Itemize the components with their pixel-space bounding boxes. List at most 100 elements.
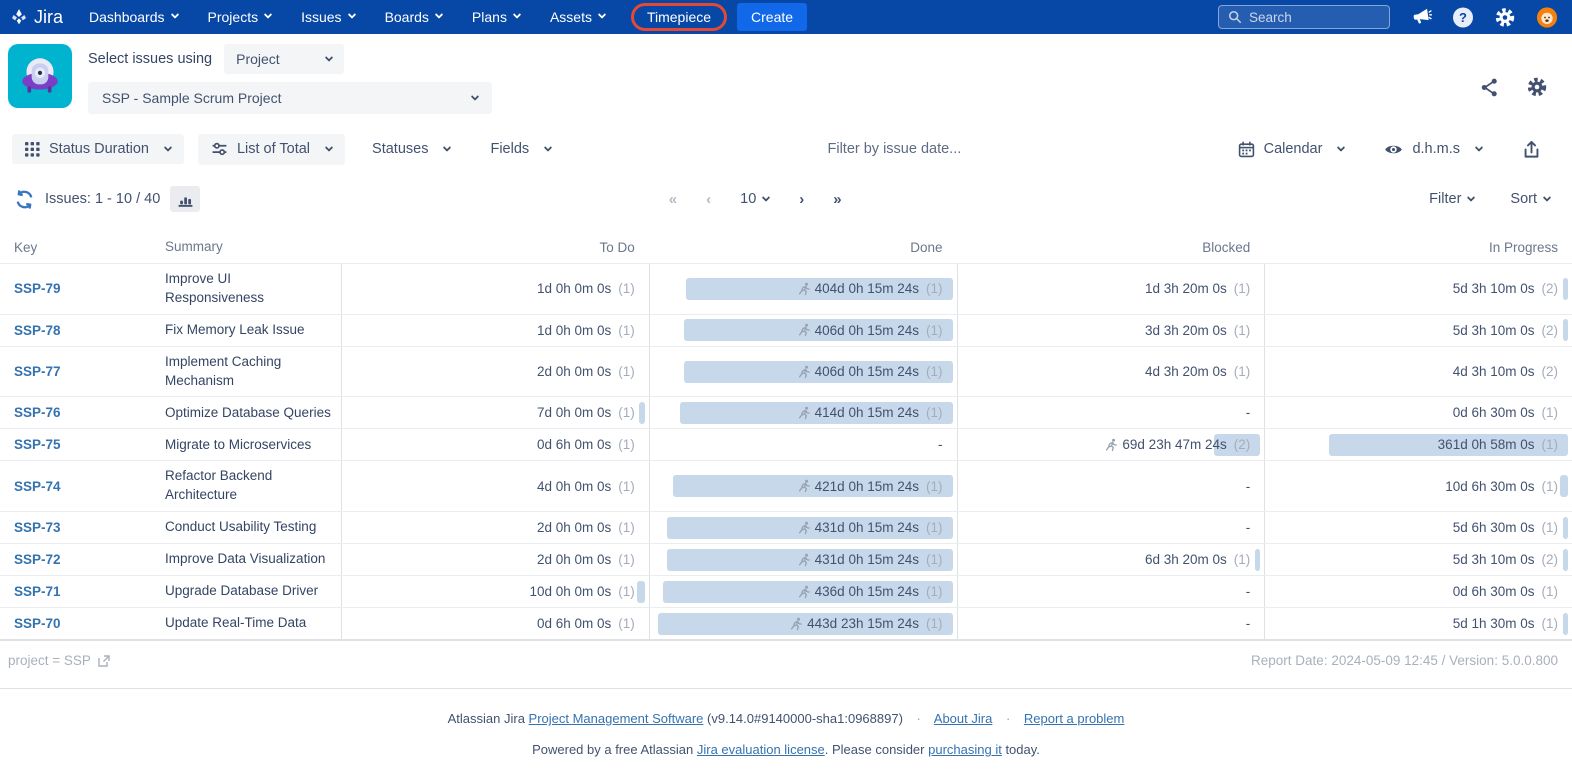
- status-count: (1): [1234, 281, 1251, 296]
- calendar-dropdown[interactable]: Calendar: [1225, 134, 1358, 165]
- issue-key-link[interactable]: SSP-72: [14, 552, 61, 567]
- duration-bar: [1563, 278, 1568, 300]
- issue-key-cell: SSP-73: [0, 512, 165, 543]
- issue-table: KeySummaryTo DoDoneBlockedIn Progress SS…: [0, 232, 1572, 640]
- duration-text: 3d 3h 20m 0s: [1145, 323, 1227, 338]
- issue-summary-cell: Conduct Usability Testing: [165, 512, 341, 543]
- chevron-down-icon: [762, 193, 770, 201]
- chevron-down-icon: [435, 10, 443, 18]
- issue-date-filter[interactable]: Filter by issue date...: [564, 141, 1224, 157]
- nav-item-assets[interactable]: Assets: [550, 9, 605, 25]
- duration-cell-todo: 2d 0h 0m 0s(1): [341, 512, 649, 543]
- column-header-key: Key: [0, 232, 165, 263]
- project-dropdown[interactable]: SSP - Sample Scrum Project: [88, 82, 492, 114]
- duration-text: -: [1246, 616, 1251, 631]
- help-button[interactable]: ?: [1452, 6, 1474, 28]
- next-page-button[interactable]: ›: [799, 191, 803, 208]
- report-type-dropdown[interactable]: Status Duration: [12, 134, 184, 164]
- issue-key-link[interactable]: SSP-79: [14, 281, 61, 296]
- issue-key-cell: SSP-74: [0, 461, 165, 511]
- issue-key-cell: SSP-79: [0, 264, 165, 314]
- issue-key-link[interactable]: SSP-70: [14, 616, 61, 631]
- duration-cell-todo: 4d 0h 0m 0s(1): [341, 461, 649, 511]
- status-count: (1): [926, 323, 943, 338]
- admin-settings-button[interactable]: [1494, 6, 1516, 28]
- page-size-dropdown[interactable]: 10: [740, 191, 769, 207]
- sort-dropdown[interactable]: Sort: [1510, 191, 1550, 207]
- duration-cell-todo: 7d 0h 0m 0s(1): [341, 397, 649, 428]
- column-header-to-do: To Do: [341, 232, 649, 263]
- nav-item-timepiece[interactable]: Timepiece: [647, 9, 711, 25]
- nav-item-boards[interactable]: Boards: [385, 9, 442, 25]
- duration-format-dropdown[interactable]: d.h.m.s: [1371, 133, 1495, 166]
- nav-item-dashboards[interactable]: Dashboards: [89, 9, 178, 25]
- duration-text: 421d 0h 15m 24s: [815, 479, 919, 494]
- create-button[interactable]: Create: [737, 3, 807, 31]
- page-footer: Atlassian Jira Project Management Softwa…: [0, 688, 1572, 775]
- issue-key-cell: SSP-70: [0, 608, 165, 639]
- avatar-icon: [1536, 5, 1558, 30]
- announcements-button[interactable]: [1410, 6, 1432, 28]
- issue-key-link[interactable]: SSP-74: [14, 479, 61, 494]
- duration-cell-todo: 2d 0h 0m 0s(1): [341, 347, 649, 397]
- chevron-down-icon: [544, 143, 552, 151]
- svg-text:?: ?: [1459, 10, 1467, 25]
- select-issues-label: Select issues using: [88, 51, 212, 67]
- search-input[interactable]: Search: [1218, 5, 1390, 29]
- duration-text: 0d 6h 0m 0s: [537, 437, 611, 452]
- duration-text: 2d 0h 0m 0s: [537, 520, 611, 535]
- license-link[interactable]: Jira evaluation license: [697, 742, 825, 757]
- statuses-dropdown[interactable]: Statuses: [359, 134, 463, 164]
- previous-page-button[interactable]: ‹: [706, 191, 710, 208]
- search-icon: [1228, 10, 1242, 24]
- duration-text: 69d 23h 47m 24s: [1122, 437, 1226, 452]
- column-header-done: Done: [649, 232, 957, 263]
- issue-key-link[interactable]: SSP-71: [14, 584, 61, 599]
- issue-summary-cell: Update Real-Time Data: [165, 608, 341, 639]
- list-type-dropdown[interactable]: List of Total: [198, 134, 345, 165]
- duration-text: 443d 23h 15m 24s: [807, 616, 919, 631]
- issue-key-link[interactable]: SSP-78: [14, 323, 61, 338]
- issue-source-selectors: Select issues using Project SSP - Sample…: [88, 44, 492, 114]
- duration-text: 431d 0h 15m 24s: [815, 520, 919, 535]
- first-page-button[interactable]: «: [669, 191, 676, 208]
- issue-key-link[interactable]: SSP-73: [14, 520, 61, 535]
- duration-bar: [1563, 319, 1568, 341]
- duration-text: 414d 0h 15m 24s: [815, 405, 919, 420]
- pms-link[interactable]: Project Management Software: [529, 711, 704, 726]
- nav-item-plans[interactable]: Plans: [472, 9, 520, 25]
- duration-cell-in-progress: 5d 6h 30m 0s(1): [1264, 512, 1572, 543]
- duration-text: 361d 0h 58m 0s: [1438, 437, 1535, 452]
- user-avatar[interactable]: [1536, 6, 1558, 28]
- status-count: (1): [926, 552, 943, 567]
- nav-item-issues[interactable]: Issues: [301, 9, 354, 25]
- issue-summary-cell: Improve Data Visualization: [165, 544, 341, 575]
- pager-controls: « ‹ 10 › »: [80, 191, 1429, 208]
- issue-key-link[interactable]: SSP-76: [14, 405, 61, 420]
- filter-dropdown[interactable]: Filter: [1429, 191, 1474, 207]
- issue-summary-cell: Fix Memory Leak Issue: [165, 315, 341, 346]
- last-page-button[interactable]: »: [833, 191, 840, 208]
- selection-mode-dropdown[interactable]: Project: [224, 44, 344, 74]
- refresh-button[interactable]: [14, 189, 35, 210]
- issue-key-link[interactable]: SSP-75: [14, 437, 61, 452]
- refresh-icon: [14, 189, 35, 210]
- duration-cell-blocked: 4d 3h 20m 0s(1): [957, 347, 1265, 397]
- status-count: (1): [926, 584, 943, 599]
- duration-bar: [1563, 549, 1568, 571]
- ufo-icon: [15, 51, 65, 101]
- report-problem-link[interactable]: Report a problem: [1024, 711, 1124, 726]
- external-link-icon[interactable]: [97, 654, 111, 668]
- nav-item-projects[interactable]: Projects: [208, 9, 272, 25]
- runner-icon: [797, 323, 811, 337]
- about-jira-link[interactable]: About Jira: [934, 711, 993, 726]
- table-row: SSP-70Update Real-Time Data0d 6h 0m 0s(1…: [0, 607, 1572, 639]
- export-button[interactable]: [1509, 133, 1554, 166]
- fields-dropdown[interactable]: Fields: [477, 134, 564, 164]
- issue-key-link[interactable]: SSP-77: [14, 364, 61, 379]
- purchase-link[interactable]: purchasing it: [928, 742, 1002, 757]
- report-settings-button[interactable]: [1526, 76, 1548, 98]
- share-button[interactable]: [1479, 77, 1500, 98]
- status-count: (1): [1234, 323, 1251, 338]
- jira-logo[interactable]: Jira: [10, 7, 63, 28]
